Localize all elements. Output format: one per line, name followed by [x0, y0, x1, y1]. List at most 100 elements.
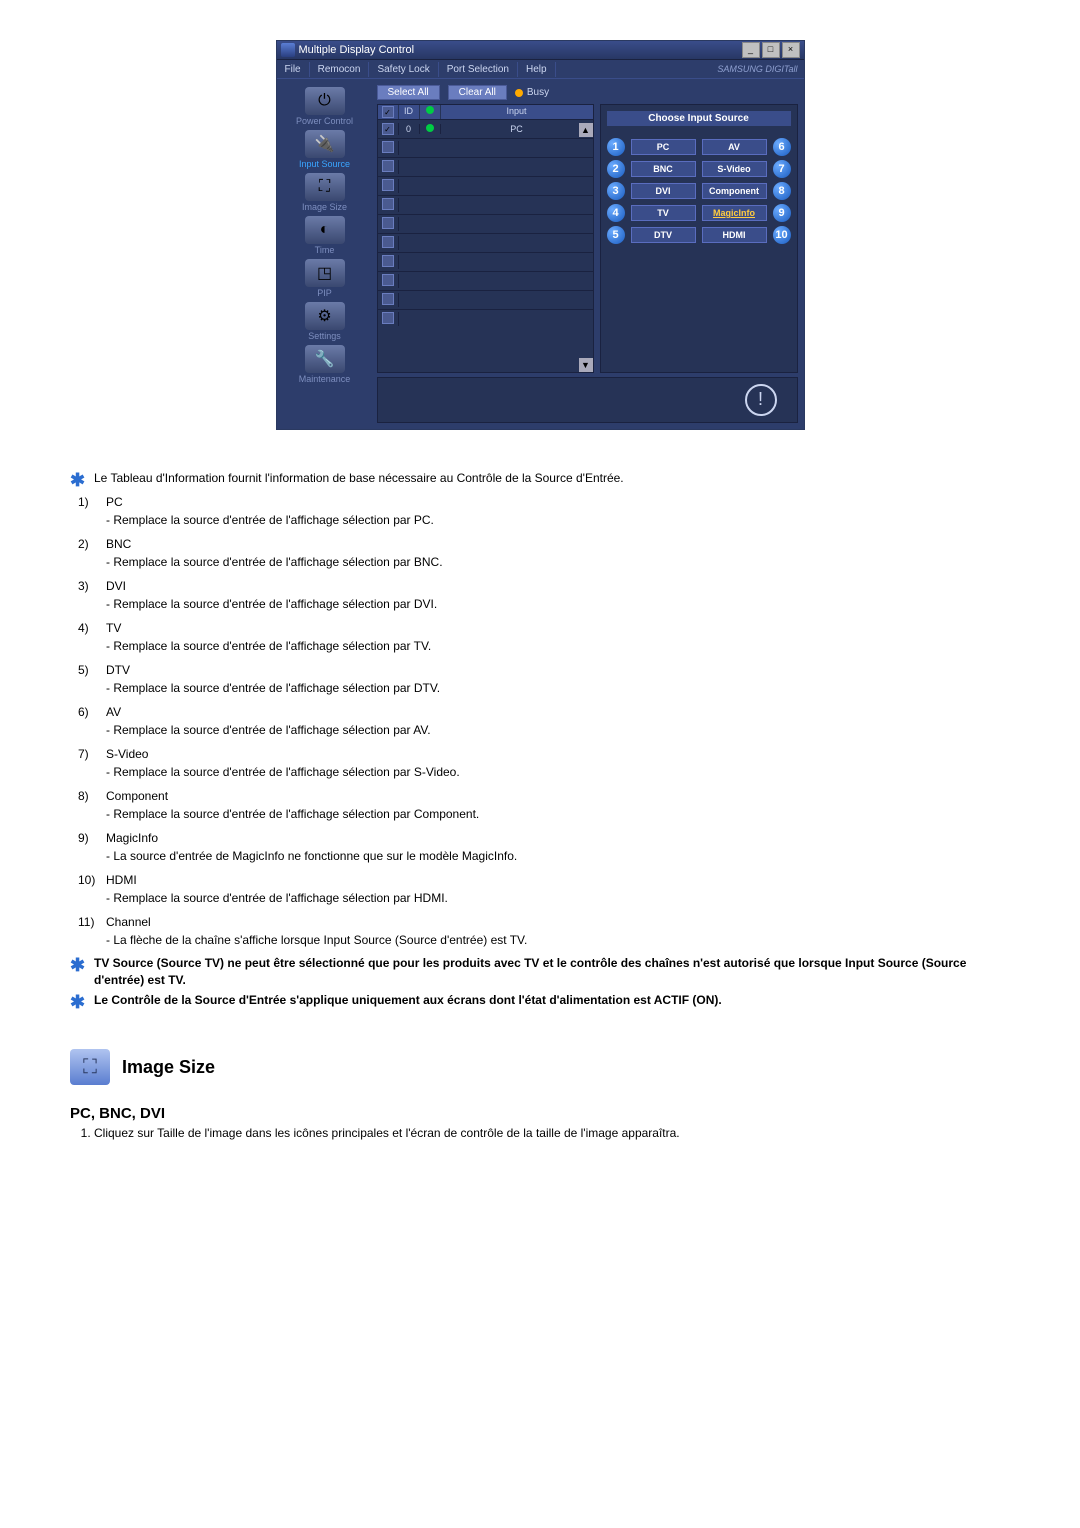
menu-safety-lock[interactable]: Safety Lock [369, 62, 438, 77]
list-item: 5)DTV- Remplace la source d'entrée de l'… [70, 661, 1010, 697]
note-intro: ✱ Le Tableau d'Information fournit l'inf… [70, 470, 1010, 487]
sidebar-item-pip[interactable]: ◳ PIP [281, 259, 369, 298]
list-item: 1)PC- Remplace la source d'entrée de l'a… [70, 493, 1010, 529]
note-active-on: ✱ Le Contrôle de la Source d'Entrée s'ap… [70, 992, 1010, 1009]
list-item-title: MagicInfo [106, 831, 158, 845]
clear-all-button[interactable]: Clear All [448, 85, 507, 100]
table-row [378, 214, 593, 233]
source-button-pc[interactable]: PC [631, 139, 696, 155]
minimize-button[interactable]: _ [742, 42, 760, 58]
row-checkbox[interactable] [382, 160, 394, 172]
source-button-bnc[interactable]: BNC [631, 161, 696, 177]
menu-file[interactable]: File [277, 62, 310, 77]
callout-2: 2 [607, 160, 625, 178]
image-size-icon: ⛶ [305, 173, 345, 201]
list-number: 8) [78, 787, 89, 805]
table-row [378, 138, 593, 157]
note-tv-source: ✱ TV Source (Source TV) ne peut être sél… [70, 955, 1010, 989]
busy-indicator: Busy [515, 87, 549, 98]
check-all[interactable] [382, 106, 394, 118]
menu-remocon[interactable]: Remocon [310, 62, 370, 77]
row-checkbox[interactable] [382, 293, 394, 305]
row-checkbox[interactable] [382, 179, 394, 191]
list-item: 3)DVI- Remplace la source d'entrée de l'… [70, 577, 1010, 613]
row-checkbox[interactable] [382, 255, 394, 267]
list-item-desc: - La flèche de la chaîne s'affiche lorsq… [106, 933, 527, 947]
list-item-desc: - Remplace la source d'entrée de l'affic… [106, 807, 479, 821]
list-item: 10)HDMI- Remplace la source d'entrée de … [70, 871, 1010, 907]
maximize-button[interactable]: □ [762, 42, 780, 58]
star-icon: ✱ [70, 953, 85, 978]
callout-8: 8 [773, 182, 791, 200]
star-icon: ✱ [70, 468, 85, 493]
row-checkbox[interactable] [382, 198, 394, 210]
table-row [378, 271, 593, 290]
sidebar-item-time[interactable]: ◐ Time [281, 216, 369, 255]
sidebar-label: Time [281, 245, 369, 255]
close-button[interactable]: × [782, 42, 800, 58]
image-size-section-icon: ⛶ [70, 1049, 110, 1085]
source-button-svideo[interactable]: S-Video [702, 161, 767, 177]
source-button-dtv[interactable]: DTV [631, 227, 696, 243]
sidebar-item-maintenance[interactable]: 🔧 Maintenance [281, 345, 369, 384]
list-item: 2)BNC- Remplace la source d'entrée de l'… [70, 535, 1010, 571]
note-tv-source-text: TV Source (Source TV) ne peut être sélec… [94, 956, 966, 987]
table-row[interactable]: 0 PC [378, 119, 593, 138]
source-button-component[interactable]: Component [702, 183, 767, 199]
list-number: 5) [78, 661, 89, 679]
sidebar-label: Settings [281, 331, 369, 341]
list-number: 2) [78, 535, 89, 553]
list-item-title: DTV [106, 663, 130, 677]
settings-icon: ⚙ [305, 302, 345, 330]
sidebar-item-power-control[interactable]: ⏻ Power Control [281, 87, 369, 126]
brand-label: SAMSUNG DIGITall [717, 64, 803, 74]
row-checkbox[interactable] [382, 274, 394, 286]
busy-label: Busy [527, 87, 549, 98]
source-col-left: 1PC 2BNC 3DVI 4TV 5DTV [607, 138, 696, 248]
callout-7: 7 [773, 160, 791, 178]
content-split: ID Input 0 PC [377, 104, 798, 373]
list-item: 7)S-Video- Remplace la source d'entrée d… [70, 745, 1010, 781]
list-number: 9) [78, 829, 89, 847]
busy-dot-icon [515, 89, 523, 97]
scroll-down-button[interactable]: ▼ [579, 358, 593, 372]
window-controls: _ □ × [742, 42, 800, 58]
title-bar: Multiple Display Control _ □ × [277, 41, 804, 60]
row-checkbox[interactable] [382, 141, 394, 153]
source-button-hdmi[interactable]: HDMI [702, 227, 767, 243]
sidebar-item-input-source[interactable]: 🔌 Input Source [281, 130, 369, 169]
select-all-button[interactable]: Select All [377, 85, 440, 100]
section-title-image-size: ⛶ Image Size [70, 1049, 1010, 1085]
row-input: PC [441, 124, 593, 134]
row-checkbox[interactable] [382, 217, 394, 229]
source-button-magicinfo[interactable]: MagicInfo [702, 205, 767, 221]
row-status-icon [426, 124, 434, 132]
table-panel: ID Input 0 PC [377, 104, 594, 373]
source-button-tv[interactable]: TV [631, 205, 696, 221]
th-status [420, 105, 441, 119]
source-button-dvi[interactable]: DVI [631, 183, 696, 199]
source-button-av[interactable]: AV [702, 139, 767, 155]
power-icon: ⏻ [305, 87, 345, 115]
menu-help[interactable]: Help [518, 62, 556, 77]
list-item: 9)MagicInfo- La source d'entrée de Magic… [70, 829, 1010, 865]
app-icon [281, 43, 295, 57]
list-number: 10) [78, 871, 95, 889]
sidebar-item-image-size[interactable]: ⛶ Image Size [281, 173, 369, 212]
table-row [378, 233, 593, 252]
row-checkbox[interactable] [382, 312, 394, 324]
scroll-up-button[interactable]: ▲ [579, 123, 593, 137]
sidebar-item-settings[interactable]: ⚙ Settings [281, 302, 369, 341]
table-row [378, 176, 593, 195]
list-number: 3) [78, 577, 89, 595]
list-item-desc: - Remplace la source d'entrée de l'affic… [106, 891, 448, 905]
list-item-desc: - Remplace la source d'entrée de l'affic… [106, 513, 434, 527]
status-panel: ! [377, 377, 798, 423]
list-number: 7) [78, 745, 89, 763]
list-item-title: PC [106, 495, 123, 509]
row-checkbox[interactable] [382, 236, 394, 248]
row-id: 0 [399, 124, 420, 134]
row-checkbox[interactable] [382, 123, 394, 135]
source-col-right: AV6 S-Video7 Component8 MagicInfo9 HDMI1… [702, 138, 791, 248]
menu-port-selection[interactable]: Port Selection [439, 62, 518, 77]
